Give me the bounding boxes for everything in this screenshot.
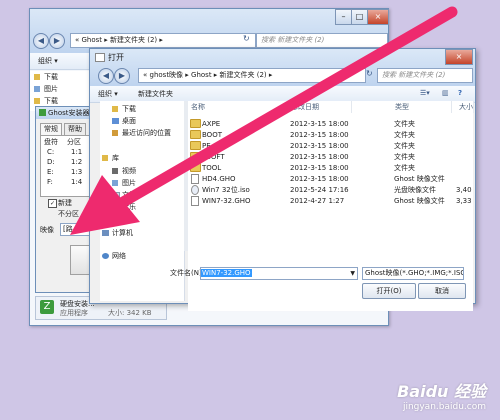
arrow-shaft (112, 6, 458, 211)
baidu-watermark: Baidu 经验 jingyan.baidu.com (397, 378, 486, 412)
arrow-head (70, 175, 140, 235)
watermark-url: jingyan.baidu.com (402, 402, 486, 412)
annotation-arrow (70, 6, 458, 235)
watermark-brand: Baidu 经验 (397, 382, 486, 401)
